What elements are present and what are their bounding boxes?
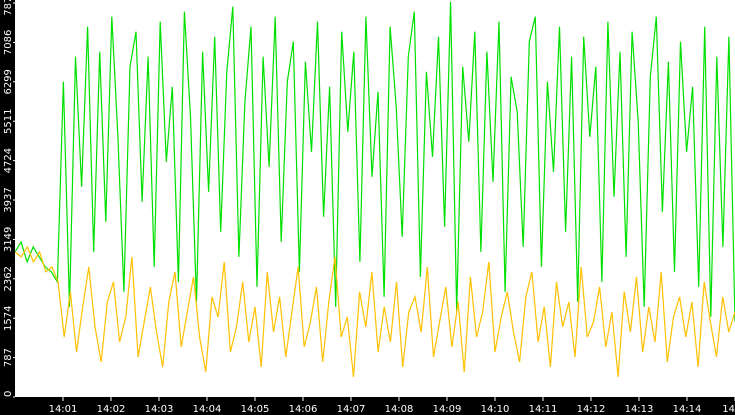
y-tick-label: 3937 xyxy=(3,187,14,212)
y-tick-label: 5511 xyxy=(3,109,14,134)
x-tick-label: 14:03 xyxy=(145,404,174,415)
x-tick-label: 14:12 xyxy=(577,404,606,415)
y-tick-label: 7086 xyxy=(3,30,14,55)
y-tick-label: 3149 xyxy=(3,227,14,252)
x-tick-label: 14:10 xyxy=(481,404,510,415)
x-tick-label: 14:09 xyxy=(433,404,462,415)
y-tick-label: 1574 xyxy=(3,306,14,331)
x-tick-label: 14:04 xyxy=(193,404,222,415)
x-tick-label: 14:11 xyxy=(529,404,558,415)
y-tick-label: 4724 xyxy=(3,148,14,173)
y-tick-label: 0 xyxy=(3,391,14,397)
x-tick-label: 14 xyxy=(722,404,735,415)
x-tick-label: 14:13 xyxy=(625,404,654,415)
x-tick-label: 14:05 xyxy=(241,404,270,415)
x-tick-label: 14:01 xyxy=(49,404,78,415)
y-tick-label: 787 xyxy=(3,348,14,367)
y-tick-label: 7874 xyxy=(3,0,14,16)
chart: 0 787 1574 2362 3149 3937 4724 5511 6299 7086 7874… xyxy=(0,0,735,415)
y-tick-label: 6299 xyxy=(3,69,14,94)
x-tick-label: 14:14 xyxy=(673,404,702,415)
plot-area xyxy=(15,0,735,397)
x-tick-label: 14:02 xyxy=(97,404,126,415)
x-tick-label: 14:07 xyxy=(337,404,366,415)
y-tick-label: 2362 xyxy=(3,266,14,291)
x-tick-label: 14:06 xyxy=(289,404,318,415)
x-tick-label: 14:08 xyxy=(385,404,414,415)
